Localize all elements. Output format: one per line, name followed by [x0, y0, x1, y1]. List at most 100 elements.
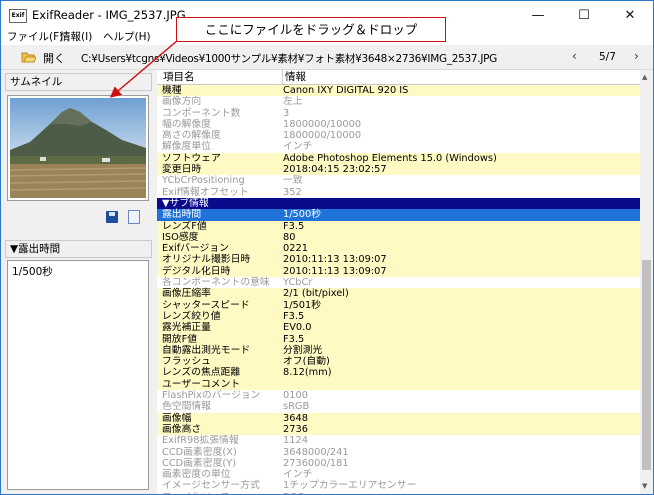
- row-name: 変更日時: [162, 164, 202, 176]
- table-row[interactable]: Exifバージョン 0221: [157, 243, 640, 255]
- row-name: レンズF値: [162, 220, 207, 232]
- row-name: YCbCrPositioning: [162, 175, 245, 187]
- table-row[interactable]: デジタル化日時 2010:11:13 13:09:07: [157, 265, 640, 278]
- row-name: オリジナル撮影日時: [162, 254, 251, 266]
- row-name: フラッシュ: [162, 356, 211, 368]
- row-name: シャッタースピード: [162, 299, 250, 311]
- row-name: 画像方向: [162, 96, 202, 108]
- row-name: イメージセンサー方式: [162, 480, 260, 492]
- minimize-button[interactable]: —: [515, 1, 561, 30]
- row-value: 1チップカラーエリアセンサー: [283, 480, 417, 492]
- row-value: インチ: [283, 469, 313, 481]
- table-row[interactable]: ExifR98拡張情報 1124: [157, 435, 640, 446]
- table-row[interactable]: 露出時間 1/500秒: [157, 209, 640, 221]
- table-row[interactable]: CCD画素密度(X) 3648000/241: [157, 447, 640, 458]
- column-header-name[interactable]: 項目名: [163, 70, 195, 84]
- row-name: レンズ絞り値: [162, 310, 221, 322]
- table-row[interactable]: 幅の解像度 1800000/10000: [157, 119, 640, 130]
- menu-help[interactable]: ヘルプ(H): [103, 30, 151, 45]
- row-name: デジタル化日時: [162, 265, 231, 277]
- exif-table[interactable]: 項目名 情報 機種 Canon IXY DIGITAL 920 IS 画像方向 左上コ…: [157, 70, 640, 494]
- app-icon: Exif: [9, 9, 27, 23]
- table-row[interactable]: 色空間情報 sRGB: [157, 401, 640, 412]
- table-row[interactable]: 各コンポーネントの意味 YCbCr: [157, 277, 640, 288]
- row-value: Canon IXY DIGITAL 920 IS: [283, 85, 409, 96]
- table-row[interactable]: 画像幅 3648: [157, 412, 640, 424]
- column-header-info[interactable]: 情報: [282, 70, 306, 84]
- scroll-up-icon[interactable]: ▲: [642, 73, 647, 81]
- thumbnail-image: [10, 98, 146, 198]
- table-row[interactable]: 開放F値 F3.5: [157, 333, 640, 345]
- row-name: 色空間情報: [162, 401, 211, 413]
- zoom-icon[interactable]: [128, 210, 140, 224]
- row-value: 3648000/241: [283, 446, 349, 458]
- table-header: 項目名 情報: [157, 70, 640, 85]
- scrollbar-thumb[interactable]: [642, 260, 651, 470]
- row-name: ExifR98拡張情報: [162, 435, 239, 447]
- row-name: ソフトウェア: [162, 152, 221, 164]
- table-row[interactable]: 画像高さ 2736: [157, 423, 640, 436]
- table-row[interactable]: 露光補正量 EV0.0: [157, 322, 640, 334]
- save-icon[interactable]: [106, 211, 118, 223]
- table-row[interactable]: ソフトウェア Adobe Photoshop Elements 15.0 (Win…: [157, 152, 640, 165]
- thumbnail-header: サムネイル: [5, 73, 152, 91]
- menu-file[interactable]: ファイル(F): [7, 30, 63, 45]
- table-row[interactable]: 解像度単位 インチ: [157, 141, 640, 152]
- table-row[interactable]: ユーザーコメント: [157, 378, 640, 391]
- file-path: C:¥Users¥tcgns¥Videos¥1000サンプル¥素材¥フォト素材¥…: [81, 53, 497, 65]
- row-value: DSC: [283, 492, 304, 494]
- table-row[interactable]: Exif情報オフセット 352: [157, 187, 640, 198]
- row-value: 1/501秒: [283, 299, 322, 311]
- row-name: レンズの焦点距離: [162, 367, 241, 379]
- table-row[interactable]: FlashPixのバージョン 0100: [157, 390, 640, 401]
- table-row[interactable]: レンズの焦点距離 8.12(mm): [157, 367, 640, 379]
- row-name: 露出時間: [162, 209, 202, 221]
- table-row[interactable]: シャッタースピード 1/501秒: [157, 299, 640, 311]
- close-button[interactable]: ✕: [607, 1, 653, 30]
- next-image-button[interactable]: ›: [634, 49, 639, 63]
- table-row[interactable]: ISO感度 80: [157, 231, 640, 244]
- table-row[interactable]: 高さの解像度 1800000/10000: [157, 130, 640, 141]
- row-name: 露光補正量: [162, 322, 211, 334]
- table-row[interactable]: 自動露出測光モード 分割測光: [157, 344, 640, 357]
- vertical-scrollbar[interactable]: ▲ ▼: [640, 70, 653, 494]
- table-row[interactable]: 画素密度の単位 インチ: [157, 469, 640, 480]
- table-row[interactable]: レンズ絞り値 F3.5: [157, 310, 640, 323]
- app-window: Exif ExifReader - IMG_2537.JPG — ☐ ✕ ファイ…: [0, 0, 654, 495]
- row-value: 2010:11:13 13:09:07: [283, 265, 387, 277]
- row-value: 0100: [283, 390, 308, 402]
- table-row[interactable]: 変更日時 2018:04:15 23:02:57: [157, 164, 640, 176]
- table-row[interactable]: CCD画素密度(Y) 2736000/181: [157, 458, 640, 469]
- exposure-header: ▼露出時間: [5, 240, 152, 258]
- row-name: 各コンポーネントの意味: [162, 277, 270, 289]
- row-value: 2736000/181: [283, 457, 349, 469]
- table-row[interactable]: オリジナル撮影日時 2010:11:13 13:09:07: [157, 254, 640, 266]
- row-value: F3.5: [283, 333, 305, 345]
- table-row[interactable]: レンズF値 F3.5: [157, 220, 640, 232]
- exposure-value: 1/500秒: [12, 266, 53, 278]
- table-row[interactable]: 機種 Canon IXY DIGITAL 920 IS: [157, 85, 640, 97]
- table-row[interactable]: ▼サブ情報: [157, 197, 640, 210]
- row-name: CCD画素密度(X): [162, 446, 237, 458]
- left-panel: サムネイル ▼露出時間 1/500秒: [5, 73, 152, 492]
- row-value: EV0.0: [283, 322, 312, 334]
- row-value: sRGB: [283, 401, 310, 413]
- table-row[interactable]: ファイルソース DSC: [157, 492, 640, 494]
- table-row[interactable]: コンポーネント数 3: [157, 108, 640, 119]
- table-row[interactable]: 画像方向 左上: [157, 96, 640, 107]
- row-value: 8.12(mm): [283, 367, 332, 379]
- scroll-down-icon[interactable]: ▼: [642, 482, 647, 490]
- maximize-button[interactable]: ☐: [561, 1, 607, 30]
- open-button[interactable]: 開く: [43, 50, 65, 66]
- row-value: 2018:04:15 23:02:57: [283, 164, 387, 176]
- row-name: コンポーネント数: [162, 107, 241, 119]
- table-row[interactable]: YCbCrPositioning 一致: [157, 175, 640, 186]
- table-row[interactable]: フラッシュ オフ(自動): [157, 356, 640, 368]
- table-row[interactable]: 画像圧縮率 2/1 (bit/pixel): [157, 288, 640, 300]
- row-value: F3.5: [283, 310, 305, 322]
- row-value: 352: [283, 186, 302, 198]
- folder-open-icon[interactable]: [21, 50, 36, 64]
- table-row[interactable]: イメージセンサー方式 1チップカラーエリアセンサー: [157, 480, 640, 491]
- menu-info[interactable]: 情報(I): [60, 30, 92, 45]
- prev-image-button[interactable]: ‹: [572, 49, 577, 63]
